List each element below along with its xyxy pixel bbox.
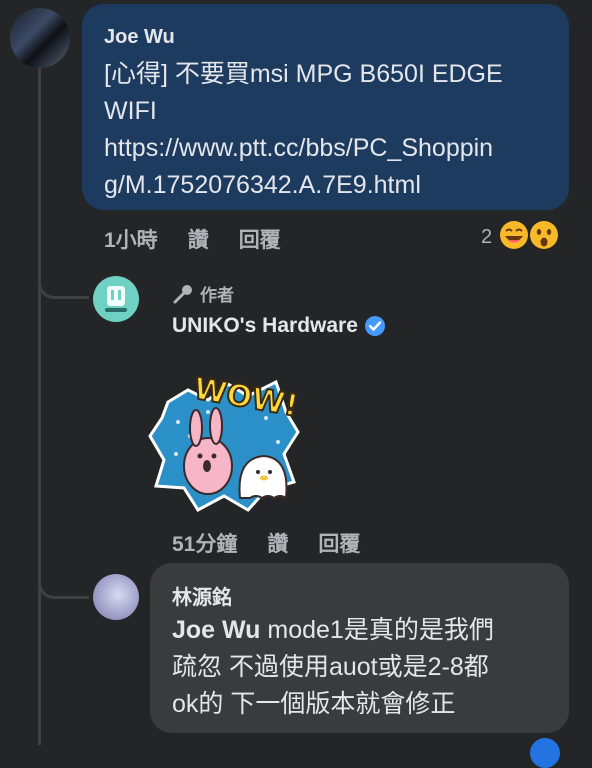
comment-text-line: [心得] 不要買msi MPG B650I EDGE: [104, 60, 503, 88]
thread-branch-1: [38, 270, 89, 299]
comment-actions: 1小時 讚 回覆: [104, 224, 281, 254]
laughing-emoji-icon: [498, 219, 530, 251]
comment-text-segment: mode1是真的是我們: [260, 616, 494, 644]
microphone-icon: [173, 284, 192, 303]
avatar-joe-wu[interactable]: [10, 8, 70, 68]
comment-time[interactable]: 1小時: [104, 224, 158, 254]
comment-text: Joe Wu mode1是真的是我們 疏忽 不過使用auot或是2-8都 ok的…: [172, 612, 494, 723]
uniko-logo-icon: [105, 286, 127, 312]
verified-badge-icon: [364, 316, 385, 336]
comment-author[interactable]: 林源銘: [172, 581, 232, 610]
partial-avatar-next: [530, 738, 560, 768]
author-badge: 作者: [172, 281, 234, 306]
like-button[interactable]: 讚: [188, 224, 209, 254]
comment-text-line: 疏忽 不過使用auot或是2-8都: [172, 653, 489, 681]
surprised-emoji-icon: [528, 219, 560, 251]
avatar-uniko[interactable]: [93, 276, 139, 322]
comment-text: [心得] 不要買msi MPG B650I EDGE WIFI https://…: [104, 56, 503, 204]
comment-time[interactable]: 51分鐘: [172, 528, 237, 558]
comment-bubble-lin: 林源銘 Joe Wu mode1是真的是我們 疏忽 不過使用auot或是2-8都…: [150, 563, 569, 733]
reactions[interactable]: [497, 218, 567, 252]
sticker-image: WOW!: [148, 370, 302, 512]
comment-actions: 51分鐘 讚 回覆: [172, 528, 360, 558]
comment-link-line[interactable]: g/M.1752076342.A.7E9.html: [104, 167, 503, 204]
comment-bubble-joe-wu: Joe Wu [心得] 不要買msi MPG B650I EDGE WIFI h…: [82, 4, 569, 210]
reaction-count[interactable]: 2: [481, 226, 492, 249]
like-button[interactable]: 讚: [267, 528, 288, 558]
comment-text-line: ok的 下一個版本就會修正: [172, 690, 456, 718]
comment-link-line[interactable]: https://www.ptt.cc/bbs/PC_Shoppin: [104, 130, 503, 167]
mention-link[interactable]: Joe Wu: [172, 616, 260, 644]
avatar-lin[interactable]: [93, 574, 139, 620]
thread-line-main: [38, 68, 41, 745]
thread-branch-2: [38, 570, 89, 599]
comment-text-line: WIFI: [104, 97, 157, 125]
sticker-wow[interactable]: WOW!: [148, 362, 302, 514]
comment-author-row: UNIKO's Hardware: [172, 314, 386, 338]
comment-author[interactable]: UNIKO's Hardware: [172, 314, 358, 338]
author-badge-label: 作者: [200, 286, 234, 305]
reply-button[interactable]: 回覆: [318, 528, 360, 558]
comment-author[interactable]: Joe Wu: [104, 26, 175, 49]
comment-text-line: Joe Wu mode1是真的是我們: [172, 612, 494, 649]
reply-button[interactable]: 回覆: [239, 224, 281, 254]
